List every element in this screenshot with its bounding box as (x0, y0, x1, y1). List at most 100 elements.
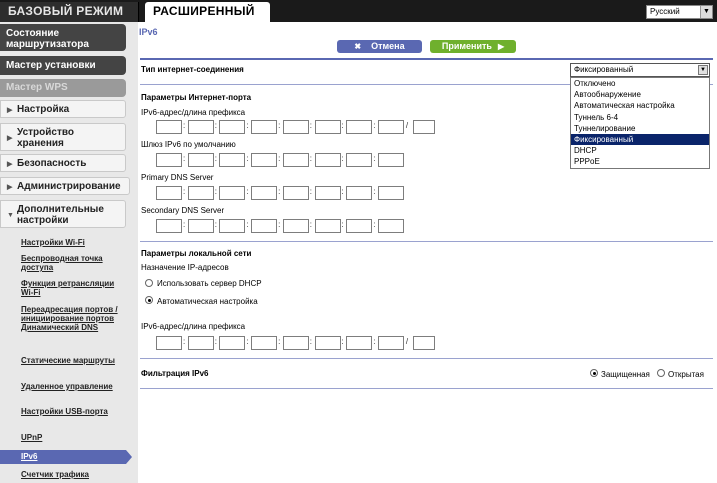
address-segment-input[interactable] (282, 153, 309, 167)
address-segment-input[interactable] (156, 120, 182, 134)
sidebar-item-ipv6[interactable]: IPv6 (0, 450, 132, 464)
sidebar-section-advanced-settings[interactable]: ▼ Дополнительные настройки (0, 200, 126, 228)
address-segment-input[interactable] (219, 153, 246, 167)
filter-secured-radio[interactable] (590, 369, 598, 377)
sidebar-item-port-forwarding[interactable]: Переадресация портов / инициирование пор… (0, 303, 126, 334)
sidebar-item-upnp[interactable]: UPnP (0, 431, 126, 444)
sidebar-item-static-routes[interactable]: Статические маршруты (0, 354, 126, 367)
address-segment-input[interactable] (282, 336, 309, 350)
sidebar-item-remote-management[interactable]: Удаленное управление (0, 380, 126, 393)
address-segment-input[interactable] (251, 153, 278, 167)
address-segment-input[interactable] (219, 219, 246, 233)
dropdown-option[interactable]: Автообнаружение (571, 89, 709, 100)
dropdown-option[interactable]: Туннель 6-4 (571, 112, 709, 123)
address-segment-input[interactable] (187, 186, 214, 200)
address-segment-input[interactable] (219, 336, 246, 350)
sidebar-item-wireless-ap[interactable]: Беспроводная точка доступа (0, 252, 126, 274)
ip-assign-label: Назначение IP-адресов (141, 263, 229, 272)
dropdown-option-selected[interactable]: Фиксированный (571, 133, 709, 146)
primary-dns-label: Primary DNS Server (141, 173, 214, 182)
sidebar-section-storage[interactable]: ▶ Устройство хранения (0, 123, 126, 151)
auto-config-radio[interactable] (145, 296, 153, 304)
chevron-down-icon: ▼ (698, 65, 708, 75)
address-segment-input[interactable] (282, 120, 309, 134)
sidebar-item-wifi-settings[interactable]: Настройки Wi-Fi (0, 236, 126, 249)
prefix-separator: / (405, 121, 409, 130)
tab-basic-mode[interactable]: БАЗОВЫЙ РЕЖИМ (0, 2, 139, 22)
address-segment-input[interactable] (187, 336, 214, 350)
address-segment-input[interactable] (377, 153, 404, 167)
cancel-button[interactable]: ✖ Отмена (337, 40, 422, 53)
sidebar-section-setup[interactable]: ▶ Настройка (0, 100, 126, 118)
sidebar-item-wps-wizard[interactable]: Мастер WPS (0, 79, 126, 97)
address-segment-input[interactable] (282, 186, 309, 200)
divider (140, 58, 713, 60)
connection-type-select[interactable]: Фиксированный ▼ (570, 63, 710, 77)
sidebar-section-label: Настройка (17, 104, 70, 115)
dropdown-option[interactable]: Отключено (571, 78, 709, 89)
address-segment-input[interactable] (251, 336, 278, 350)
address-segment-input[interactable] (251, 219, 278, 233)
apply-label: Применить (441, 41, 492, 51)
secondary-dns-label: Secondary DNS Server (141, 206, 225, 215)
filter-open-radio[interactable] (657, 369, 665, 377)
segment-separator: : (278, 187, 281, 196)
address-segment-input[interactable] (314, 120, 341, 134)
address-segment-input[interactable] (314, 336, 341, 350)
address-segment-input[interactable] (377, 120, 404, 134)
segment-separator: : (373, 187, 376, 196)
address-segment-input[interactable] (156, 186, 182, 200)
chevron-down-icon: ▼ (700, 6, 712, 18)
address-segment-input[interactable] (377, 336, 404, 350)
address-segment-input[interactable] (346, 186, 373, 200)
segment-separator: : (373, 337, 376, 346)
address-segment-input[interactable] (377, 186, 404, 200)
prefix-length-input[interactable] (412, 120, 435, 134)
address-segment-input[interactable] (346, 120, 373, 134)
address-segment-input[interactable] (346, 153, 373, 167)
prefix-length-input[interactable] (412, 336, 435, 350)
sidebar-item-router-status[interactable]: Состояние маршрутизатора (0, 24, 126, 51)
address-segment-input[interactable] (219, 120, 246, 134)
segment-separator: : (278, 154, 281, 163)
segment-separator: : (309, 154, 313, 163)
segment-separator: : (246, 220, 249, 229)
address-segment-input[interactable] (346, 336, 373, 350)
dropdown-option[interactable]: DHCP (571, 145, 709, 156)
sidebar-item-wifi-repeater[interactable]: Функция ретрансляции Wi-Fi (0, 277, 126, 299)
address-segment-input[interactable] (156, 153, 182, 167)
segment-separator: : (246, 154, 249, 163)
sidebar-item-usb-settings[interactable]: Настройки USB-порта (0, 405, 126, 418)
segment-separator: : (341, 121, 344, 130)
sidebar-item-setup-wizard[interactable]: Мастер установки (0, 56, 126, 75)
divider (140, 241, 713, 242)
apply-button[interactable]: Применить ▶ (430, 40, 516, 53)
address-segment-input[interactable] (219, 186, 246, 200)
sidebar-section-security[interactable]: ▶ Безопасность (0, 154, 126, 172)
address-segment-input[interactable] (346, 219, 373, 233)
dropdown-option[interactable]: Автоматическая настройка (571, 100, 709, 111)
sidebar-item-traffic-meter[interactable]: Счетчик трафика (0, 468, 126, 481)
address-segment-input[interactable] (251, 120, 278, 134)
dhcp-radio[interactable] (145, 279, 153, 287)
address-segment-input[interactable] (187, 120, 214, 134)
address-segment-input[interactable] (251, 186, 278, 200)
address-segment-input[interactable] (156, 336, 182, 350)
segment-separator: : (214, 154, 217, 163)
prefix-separator: / (405, 337, 409, 346)
dropdown-option[interactable]: PPPoE (571, 156, 709, 167)
address-segment-input[interactable] (314, 186, 341, 200)
language-select[interactable]: Русский ▼ (646, 5, 713, 19)
triangle-right-icon: ▶ (7, 161, 13, 168)
address-segment-input[interactable] (187, 219, 214, 233)
dropdown-option[interactable]: Туннелирование (571, 123, 709, 134)
address-segment-input[interactable] (187, 153, 214, 167)
address-segment-input[interactable] (156, 219, 182, 233)
tab-advanced-mode[interactable]: РАСШИРЕННЫЙ (145, 2, 270, 22)
address-segment-input[interactable] (282, 219, 309, 233)
sidebar-section-administration[interactable]: ▶ Администрирование (0, 177, 130, 195)
address-segment-input[interactable] (314, 219, 341, 233)
address-segment-input[interactable] (377, 219, 404, 233)
sidebar-section-label: Безопасность (17, 158, 87, 169)
address-segment-input[interactable] (314, 153, 341, 167)
